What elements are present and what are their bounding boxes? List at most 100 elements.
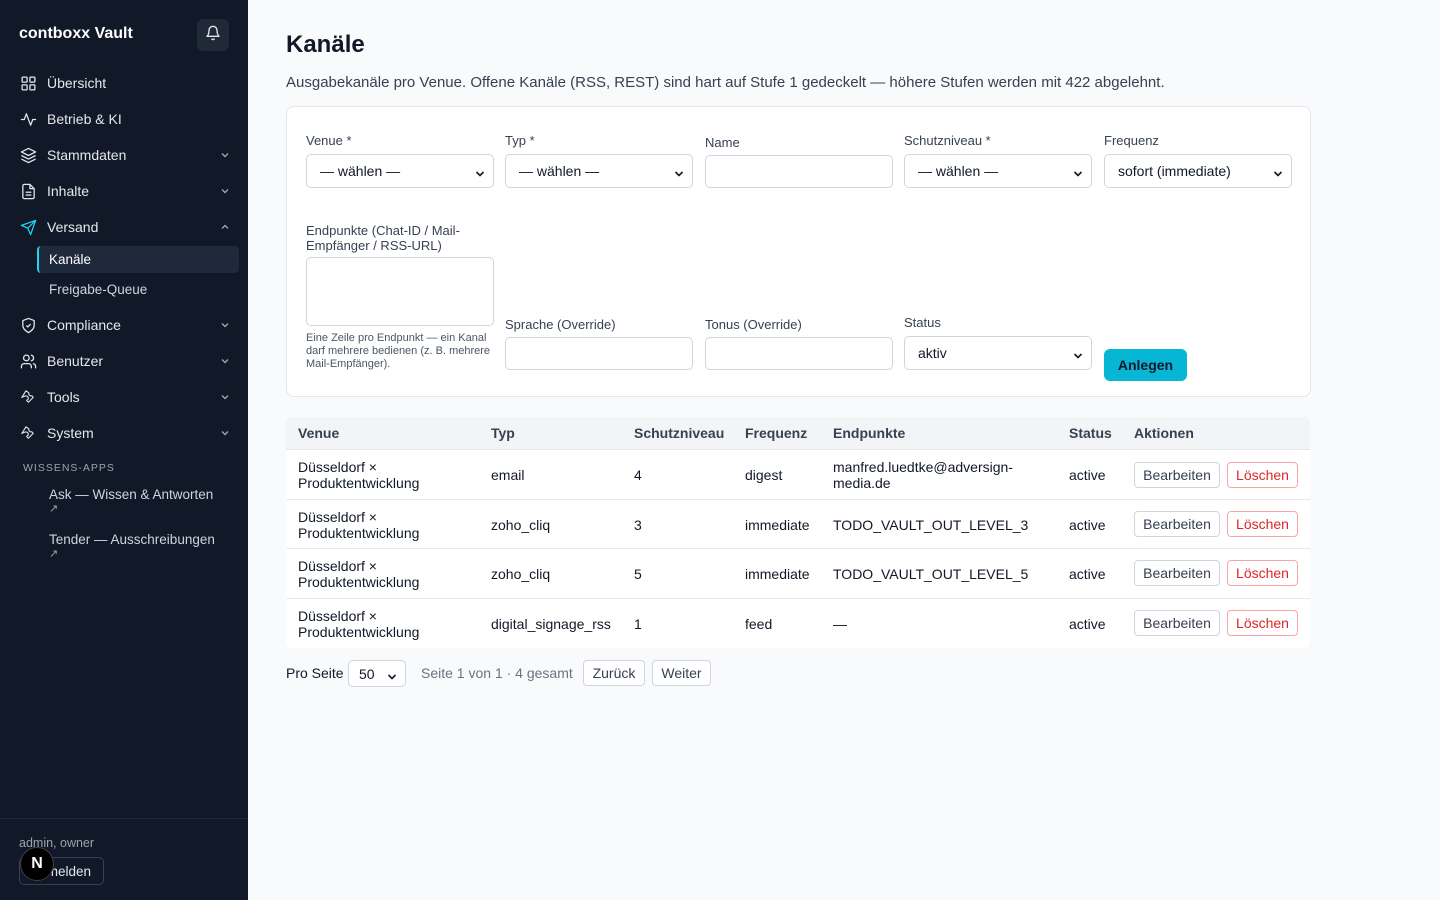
column-header-endpunkte[interactable]: Endpunkte <box>833 425 905 441</box>
status-select-value: aktiv <box>918 345 947 361</box>
sidebar-item-versand[interactable]: Versand <box>19 215 231 239</box>
chevron-down-icon <box>219 149 231 161</box>
avatar[interactable]: N <box>20 847 54 881</box>
sidebar-item-uebersicht[interactable]: Übersicht <box>19 71 231 95</box>
sidebar-item-compliance[interactable]: Compliance <box>19 313 231 337</box>
create-button[interactable]: Anlegen <box>1104 349 1187 381</box>
sidebar-item-label: Compliance <box>47 317 121 333</box>
schutzniveau-select-value: — wählen — <box>918 163 999 179</box>
prev-page-label: Zurück <box>592 665 636 681</box>
grid-icon <box>19 74 37 92</box>
venue-select[interactable]: — wählen — <box>306 154 494 188</box>
sidebar-item-betrieb[interactable]: Betrieb & KI <box>19 107 231 131</box>
column-header-status[interactable]: Status <box>1069 425 1112 441</box>
cell-venue-line: Produktentwicklung <box>298 475 420 491</box>
cell-venue: Düsseldorf × Produktentwicklung <box>298 459 419 491</box>
delete-button[interactable]: Löschen <box>1227 609 1298 636</box>
delete-button-label: Löschen <box>1236 467 1289 483</box>
app-link-ask[interactable]: Ask — Wissen & Antworten ↗ <box>49 487 213 517</box>
pagination-info: Seite 1 von 1 · 4 gesamt <box>421 665 573 681</box>
shield-icon <box>19 316 37 334</box>
users-icon <box>19 352 37 370</box>
sidebar-subitem-label: Kanäle <box>49 252 92 267</box>
document-icon <box>19 182 37 200</box>
cell-endpunkte-line: media.de <box>833 475 891 491</box>
name-input[interactable] <box>705 155 893 188</box>
tonus-input[interactable] <box>705 337 893 370</box>
channels-table: Venue Typ Schutzniveau Frequenz Endpunkt… <box>286 417 1310 648</box>
sprache-input[interactable] <box>505 337 693 370</box>
endpunkte-label: Endpunkte (Chat-ID / Mail-Empfänger / RS… <box>306 223 460 253</box>
sidebar-subitem-label: Freigabe-Queue <box>49 282 148 297</box>
external-link-icon: ↗ <box>49 503 59 515</box>
cell-status: active <box>1069 615 1106 632</box>
chevron-down-icon <box>219 355 231 367</box>
status-select[interactable]: aktiv <box>904 336 1092 370</box>
activity-icon <box>19 110 37 128</box>
cell-venue: Düsseldorf × Produktentwicklung <box>298 608 419 640</box>
edit-button[interactable]: Bearbeiten <box>1134 510 1220 537</box>
schutzniveau-select[interactable]: — wählen — <box>904 154 1092 188</box>
cell-venue-line: Düsseldorf × <box>298 558 377 574</box>
column-header-schutzniveau[interactable]: Schutzniveau <box>634 425 724 441</box>
cell-status: active <box>1069 467 1106 483</box>
notifications-button[interactable] <box>197 19 229 51</box>
sidebar-item-stammdaten[interactable]: Stammdaten <box>19 143 231 167</box>
prev-page-button[interactable]: Zurück <box>583 660 645 686</box>
table-row: Düsseldorf × Produktentwicklung zoho_cli… <box>286 549 1310 599</box>
create-button-label: Anlegen <box>1117 357 1174 373</box>
sidebar-footer: admin, owner Abmelden N <box>0 818 248 900</box>
sidebar-item-label: System <box>47 425 94 441</box>
delete-button[interactable]: Löschen <box>1227 510 1298 537</box>
sidebar-item-system[interactable]: System <box>19 421 231 445</box>
cell-endpunkte: TODO_VAULT_OUT_LEVEL_5 <box>833 566 1029 582</box>
chevron-down-icon <box>1073 348 1083 359</box>
cell-schutzniveau: 5 <box>634 566 642 582</box>
endpunkte-hint: Eine Zeile pro Endpunkt — ein Kanal darf… <box>306 332 491 370</box>
next-page-button[interactable]: Weiter <box>652 660 711 686</box>
sidebar-subitem-kanaele[interactable]: Kanäle <box>37 246 239 273</box>
cell-venue: Düsseldorf × Produktentwicklung <box>298 558 419 590</box>
delete-button[interactable]: Löschen <box>1227 462 1298 488</box>
cell-status: active <box>1069 566 1106 582</box>
cell-venue-line: Düsseldorf × <box>298 459 377 475</box>
sidebar-item-label: Benutzer <box>47 353 104 369</box>
edit-button[interactable]: Bearbeiten <box>1134 560 1220 586</box>
column-header-typ[interactable]: Typ <box>491 425 515 441</box>
app-link-tender[interactable]: Tender — Ausschreibungen ↗ <box>49 532 215 562</box>
sidebar-item-label: Inhalte <box>47 183 90 199</box>
endpunkte-textarea[interactable] <box>306 257 494 326</box>
edit-button[interactable]: Bearbeiten <box>1134 462 1220 488</box>
chevron-down-icon <box>475 166 485 177</box>
cell-venue-line: Produktentwicklung <box>298 524 420 541</box>
sidebar-item-tools[interactable]: Tools <box>19 385 231 409</box>
sidebar-item-benutzer[interactable]: Benutzer <box>19 349 231 373</box>
page-description: Ausgabekanäle pro Venue. Offene Kanäle (… <box>286 74 1165 91</box>
cell-venue-line: Düsseldorf × <box>298 508 377 525</box>
sidebar: contboxx Vault Übersicht Betrieb & KI St… <box>0 0 248 900</box>
external-link-icon: ↗ <box>49 548 59 560</box>
chevron-down-icon <box>674 166 684 177</box>
column-header-frequenz[interactable]: Frequenz <box>745 425 807 441</box>
cell-frequenz: immediate <box>745 516 810 533</box>
cell-endpunkte-line: manfred.luedtke@adversign- <box>833 459 1013 475</box>
per-page-select-value: 50 <box>359 665 375 682</box>
cell-typ: digital_signage_rss <box>491 615 611 632</box>
edit-button-label: Bearbeiten <box>1143 614 1211 631</box>
delete-button[interactable]: Löschen <box>1227 560 1298 586</box>
sidebar-subitem-freigabe-queue[interactable]: Freigabe-Queue <box>37 276 239 303</box>
column-header-venue[interactable]: Venue <box>298 425 339 441</box>
frequenz-select[interactable]: sofort (immediate) <box>1104 154 1292 188</box>
section-label-wissens-apps: WISSENS-APPS <box>23 462 115 474</box>
per-page-select[interactable]: 50 <box>348 660 406 687</box>
chevron-down-icon <box>1073 166 1083 177</box>
sidebar-item-inhalte[interactable]: Inhalte <box>19 179 231 203</box>
column-header-aktionen: Aktionen <box>1134 425 1194 441</box>
venue-select-value: — wählen — <box>320 163 401 179</box>
edit-button[interactable]: Bearbeiten <box>1134 609 1220 636</box>
per-page-label: Pro Seite <box>286 665 344 681</box>
cell-typ: zoho_cliq <box>491 516 551 533</box>
typ-select[interactable]: — wählen — <box>505 154 693 188</box>
cell-endpunkte: TODO_VAULT_OUT_LEVEL_3 <box>833 516 1029 533</box>
delete-button-label: Löschen <box>1236 515 1289 532</box>
